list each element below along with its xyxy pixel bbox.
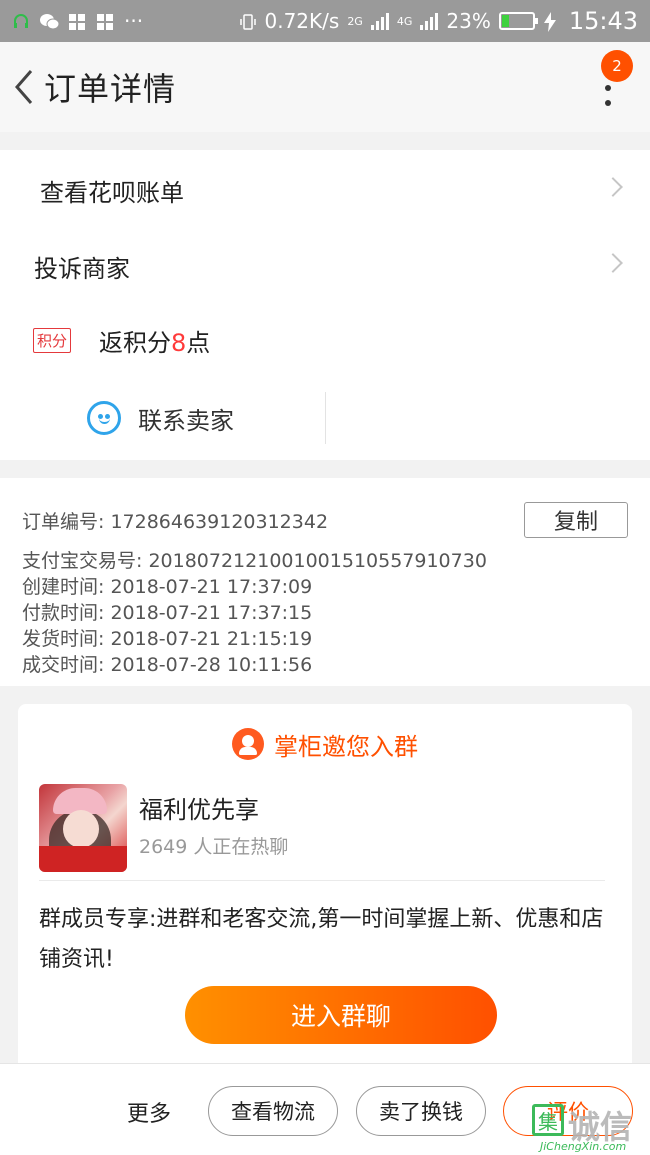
signal-icon: [370, 12, 389, 30]
network-speed: 0.72K/s: [264, 9, 340, 33]
created-time: 创建时间: 2018-07-21 17:37:09: [22, 576, 313, 598]
more-notifications-icon: ···: [124, 9, 144, 33]
vibrate-icon: [239, 12, 257, 30]
group-avatar: [39, 784, 127, 872]
card-header: 掌柜邀您入群: [18, 724, 632, 764]
points-tag: 积分: [33, 327, 72, 353]
network-type-2: 4G: [396, 14, 413, 28]
status-bar: ··· 0.72K/s 2G 4G 23% 15:43: [0, 0, 650, 42]
more-button[interactable]: 更多: [127, 1096, 171, 1128]
group-invite-card: 掌柜邀您入群 福利优先享 2649 人正在热聊 群成员专享:进群和老客交流,第一…: [18, 704, 632, 1074]
wechat-icon: [40, 12, 60, 30]
shipped-time: 发货时间: 2018-07-21 21:15:19: [22, 628, 313, 650]
divider: [39, 880, 605, 881]
chevron-right-icon: [603, 253, 623, 273]
charging-icon: [543, 12, 561, 32]
watermark-logo: 集: [532, 1104, 564, 1136]
app-grid-icon: [68, 12, 86, 30]
battery-fill: [501, 15, 509, 27]
chevron-left-icon: [15, 70, 33, 104]
group-name: 福利优先享: [139, 796, 259, 824]
page-title: 订单详情: [44, 70, 177, 108]
points-suffix: 点: [186, 328, 211, 357]
copy-button[interactable]: 复制: [524, 502, 628, 538]
contact-seller-label: 联系卖家: [138, 406, 234, 435]
card-title: 掌柜邀您入群: [274, 732, 418, 761]
group-icon: [232, 728, 264, 760]
chat-bubble-icon: [87, 401, 121, 435]
actions-section: 查看花呗账单 投诉商家 积分 返积分8点 联系卖家: [0, 150, 650, 460]
nav-bar: 订单详情 2: [0, 42, 650, 132]
chevron-right-icon: [603, 177, 623, 197]
points-row: 积分 返积分8点: [0, 302, 650, 378]
group-description: 群成员专享:进群和老客交流,第一时间掌握上新、优惠和店铺资讯!: [39, 907, 604, 972]
group-member-count: 2649 人正在热聊: [139, 836, 289, 858]
battery-percent: 23%: [446, 9, 491, 33]
status-left-icons: ···: [12, 9, 143, 33]
watermark-url: JiChengXin.com: [540, 1140, 627, 1153]
points-number: 8: [171, 328, 187, 357]
huabei-bill-label: 查看花呗账单: [40, 178, 184, 207]
contact-seller-button[interactable]: 联系卖家: [0, 392, 325, 444]
back-button[interactable]: [4, 42, 44, 132]
sell-for-cash-button[interactable]: 卖了换钱: [356, 1086, 486, 1136]
notification-badge: 2: [601, 50, 633, 82]
paid-time: 付款时间: 2018-07-21 17:37:15: [22, 602, 313, 624]
app-grid-icon: [96, 12, 114, 30]
headset-icon: [12, 12, 30, 30]
status-right: 0.72K/s 2G 4G 23% 15:43: [239, 7, 638, 35]
network-type-1: 2G: [347, 14, 363, 28]
order-info-section: 订单编号: 172864639120312342 支付宝交易号: 2018072…: [0, 478, 650, 686]
complain-seller-link[interactable]: 投诉商家: [0, 228, 650, 304]
divider: [325, 392, 326, 444]
view-logistics-button[interactable]: 查看物流: [208, 1086, 338, 1136]
points-prefix: 返积分: [99, 328, 172, 357]
alipay-trade-number: 支付宝交易号: 2018072121001001510557910730: [22, 550, 487, 572]
points-text: 返积分8点: [99, 323, 210, 358]
battery-icon: [498, 12, 538, 30]
join-group-button[interactable]: 进入群聊: [185, 986, 497, 1044]
complain-seller-label: 投诉商家: [34, 254, 130, 283]
completed-time: 成交时间: 2018-07-28 10:11:56: [22, 654, 313, 676]
watermark: 集 诚信 JiChengXin.com: [530, 1100, 650, 1155]
clock: 15:43: [568, 7, 638, 35]
signal-icon: [420, 12, 439, 30]
huabei-bill-link[interactable]: 查看花呗账单: [0, 152, 650, 228]
